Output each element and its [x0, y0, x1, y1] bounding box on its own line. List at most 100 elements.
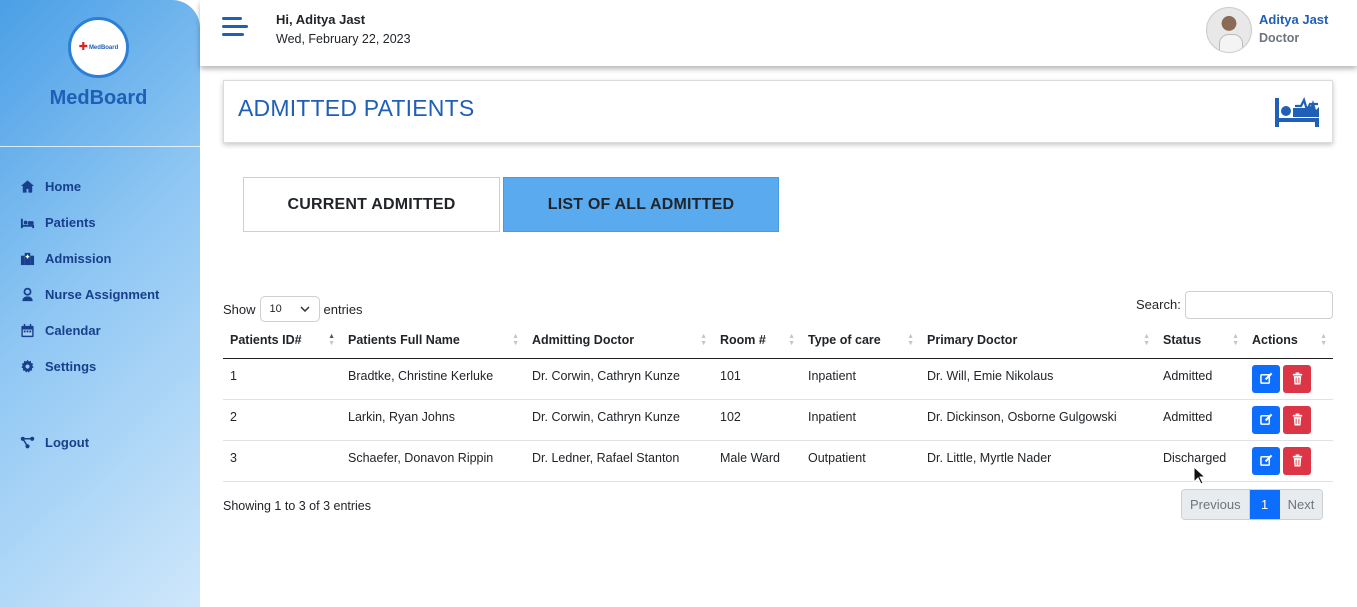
sort-icon: ▲ ▼ — [788, 333, 795, 347]
sort-icon: ▲ ▼ — [700, 333, 707, 347]
edit-button[interactable] — [1252, 364, 1280, 393]
cell-room: 102 — [713, 399, 801, 441]
sidebar-nav: Home Patients Admission Nurse Assignment… — [20, 168, 195, 384]
tab-current-admitted[interactable]: CURRENT ADMITTED — [243, 177, 500, 232]
sidebar-item-admission[interactable]: Admission — [20, 240, 195, 276]
cell-type-of-care: Inpatient — [801, 399, 920, 441]
table-row: 2 Larkin, Ryan Johns Dr. Corwin, Cathryn… — [223, 399, 1333, 441]
sort-icon: ▲ ▼ — [1232, 333, 1239, 347]
delete-button[interactable] — [1283, 446, 1311, 475]
sidebar-item-label: Home — [45, 178, 82, 194]
cell-primary-doctor: Dr. Dickinson, Osborne Gulgowski — [920, 399, 1156, 441]
cell-admitting-doctor: Dr. Ledner, Rafael Stanton — [525, 440, 713, 482]
column-header-name[interactable]: Patients Full Name ▲ ▼ — [341, 322, 525, 359]
edit-icon — [1259, 454, 1272, 466]
sidebar-item-label: Nurse Assignment — [45, 286, 160, 302]
sort-icon: ▲ ▼ — [1143, 333, 1150, 347]
sidebar-item-nurse-assignment[interactable]: Nurse Assignment — [20, 276, 195, 312]
cell-primary-doctor: Dr. Little, Myrtle Nader — [920, 440, 1156, 482]
logo-text: MedBoard — [88, 44, 119, 51]
column-header-room[interactable]: Room # ▲ ▼ — [713, 322, 801, 359]
column-header-admitting-doctor[interactable]: Admitting Doctor ▲ ▼ — [525, 322, 713, 359]
cell-status: Admitted — [1156, 358, 1245, 400]
cell-room: Male Ward — [713, 440, 801, 482]
sidebar: ✚ MedBoard MedBoard Home Patients Admiss… — [0, 0, 200, 607]
search-label: Search: — [1136, 297, 1181, 312]
current-date: Wed, February 22, 2023 — [276, 32, 411, 46]
tab-list-all-admitted[interactable]: LIST OF ALL ADMITTED — [503, 177, 779, 232]
cell-admitting-doctor: Dr. Corwin, Cathryn Kunze — [525, 358, 713, 400]
menu-toggle-icon[interactable] — [222, 17, 248, 43]
edit-button[interactable] — [1252, 446, 1280, 475]
edit-button[interactable] — [1252, 405, 1280, 434]
brand-name: MedBoard — [49, 87, 148, 109]
gear-icon — [21, 359, 34, 373]
mouse-cursor-icon — [1193, 466, 1205, 485]
page-title: ADMITTED PATIENTS — [238, 95, 475, 121]
home-icon — [20, 179, 35, 193]
entries-label: entries — [323, 301, 363, 317]
sidebar-item-calendar[interactable]: Calendar — [20, 312, 195, 348]
avatar[interactable] — [1206, 7, 1252, 53]
sort-icon: ▲ ▼ — [1320, 333, 1327, 347]
column-header-primary-doctor[interactable]: Primary Doctor ▲ ▼ — [920, 322, 1156, 359]
cell-status: Admitted — [1156, 399, 1245, 441]
cell-name: Schaefer, Donavon Rippin — [341, 440, 525, 482]
user-role: Doctor — [1259, 31, 1300, 45]
cell-actions — [1245, 399, 1333, 441]
sort-icon: ▲ ▼ — [328, 333, 335, 347]
sidebar-item-label: Settings — [45, 358, 97, 374]
trash-icon — [1292, 454, 1302, 467]
entries-length-control: Show 10 entries — [223, 296, 363, 322]
table-header-row: Patients ID# ▲ ▼ Patients Full Name ▲ ▼ Admi… — [223, 322, 1333, 359]
user-name[interactable]: Aditya Jast — [1259, 12, 1328, 27]
column-header-type-of-care[interactable]: Type of care ▲ ▼ — [801, 322, 920, 359]
sidebar-item-patients[interactable]: Patients — [20, 204, 195, 240]
edit-icon — [1259, 372, 1272, 384]
chevron-down-icon — [300, 306, 310, 312]
sidebar-item-settings[interactable]: Settings — [20, 348, 195, 384]
next-button[interactable]: Next — [1279, 490, 1323, 519]
entries-value: 10 — [269, 303, 282, 315]
column-header-status[interactable]: Status ▲ ▼ — [1156, 322, 1245, 359]
cell-admitting-doctor: Dr. Corwin, Cathryn Kunze — [525, 399, 713, 441]
cell-id: 2 — [223, 399, 341, 441]
table-row: 1 Bradtke, Christine Kerluke Dr. Corwin,… — [223, 358, 1333, 400]
cell-actions — [1245, 440, 1333, 482]
cell-type-of-care: Inpatient — [801, 358, 920, 400]
pagination: Previous 1 Next — [1181, 489, 1324, 520]
cell-name: Bradtke, Christine Kerluke — [341, 358, 525, 400]
entries-select[interactable]: 10 — [259, 296, 320, 322]
logout-button[interactable]: Logout — [20, 424, 89, 460]
cell-id: 1 — [223, 358, 341, 400]
cell-actions — [1245, 358, 1333, 400]
trash-icon — [1292, 413, 1302, 426]
sidebar-item-label: Patients — [45, 214, 96, 230]
sidebar-item-label: Calendar — [45, 322, 101, 338]
table-info: Showing 1 to 3 of 3 entries — [223, 499, 372, 513]
greeting: Hi, Aditya Jast — [276, 12, 366, 27]
sort-icon: ▲ ▼ — [512, 333, 519, 347]
logo: ✚ MedBoard — [68, 17, 129, 78]
top-header: Hi, Aditya Jast Wed, February 22, 2023 A… — [200, 0, 1357, 66]
delete-button[interactable] — [1283, 405, 1311, 434]
sidebar-item-label: Admission — [45, 250, 112, 266]
previous-button[interactable]: Previous — [1182, 490, 1250, 519]
edit-icon — [1259, 413, 1272, 425]
page-title-card: ADMITTED PATIENTS — [223, 80, 1333, 143]
cross-icon: ✚ — [78, 41, 88, 53]
column-header-actions[interactable]: Actions ▲ ▼ — [1245, 322, 1333, 359]
logout-label: Logout — [45, 434, 90, 450]
cell-room: 101 — [713, 358, 801, 400]
table-row: 3 Schaefer, Donavon Rippin Dr. Ledner, R… — [223, 440, 1333, 482]
sidebar-divider — [0, 146, 200, 147]
delete-button[interactable] — [1283, 364, 1311, 393]
sidebar-item-home[interactable]: Home — [20, 168, 195, 204]
cell-id: 3 — [223, 440, 341, 482]
cell-name: Larkin, Ryan Johns — [341, 399, 525, 441]
column-header-id[interactable]: Patients ID# ▲ ▼ — [223, 322, 341, 359]
trash-icon — [1292, 372, 1302, 385]
page-1-button[interactable]: 1 — [1249, 490, 1280, 519]
sort-icon: ▲ ▼ — [907, 333, 914, 347]
search-input[interactable] — [1185, 291, 1333, 319]
